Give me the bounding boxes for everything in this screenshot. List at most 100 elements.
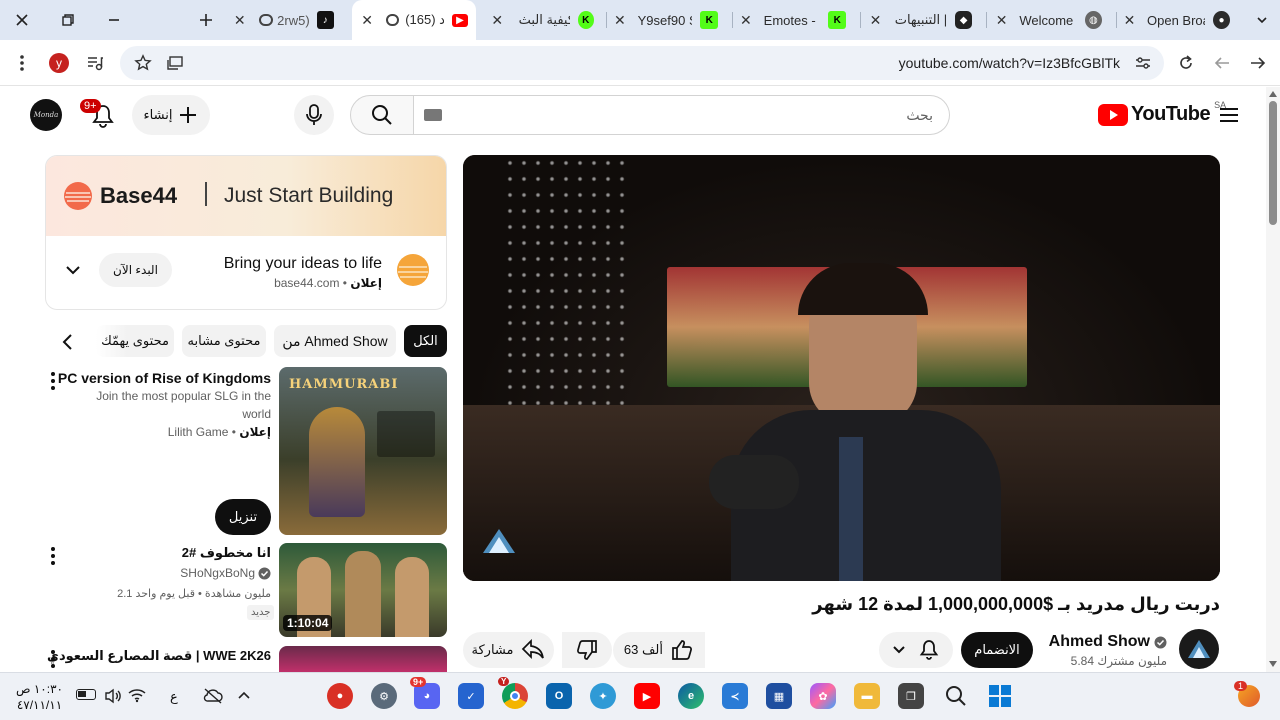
video-player[interactable] (463, 155, 1220, 581)
volume-icon[interactable] (104, 688, 122, 704)
taskbar-youtube-icon[interactable]: ▶ (634, 683, 660, 709)
profile-avatar[interactable]: y (49, 53, 69, 73)
taskbar-todo-icon[interactable]: ✓ (458, 683, 484, 709)
address-bar[interactable]: youtube.com/watch?v=Iz3BfcGBlTk (120, 46, 1164, 80)
page-scrollbar[interactable] (1266, 87, 1280, 672)
subscribed-notifications-button[interactable] (879, 632, 953, 668)
youtube-logo[interactable]: YouTube SA (1098, 100, 1226, 126)
taskbar-copilot-icon[interactable]: ✿ (810, 683, 836, 709)
close-window-button[interactable] (8, 8, 36, 32)
taskbar-explorer-icon[interactable]: ▬ (854, 683, 880, 709)
channel-avatar[interactable] (1179, 629, 1219, 669)
forward-button[interactable] (1213, 54, 1231, 72)
tab-kick-stream[interactable]: ✕ كيفية البث K (486, 0, 602, 40)
rec-channel[interactable]: SHoNgxBoNg (180, 566, 255, 580)
taskbar-outlook-icon[interactable]: O (546, 683, 572, 709)
chip-all[interactable]: الكل (404, 325, 447, 357)
site-settings-button[interactable] (1134, 54, 1152, 72)
clock[interactable]: ١٠:٣٠ ص ٤٧/١١/١١ (16, 681, 63, 713)
new-tab-button[interactable] (192, 8, 220, 32)
sponsored-label: إعلان (239, 425, 271, 439)
share-button[interactable]: مشاركة (463, 632, 554, 668)
tab-kick-emotes[interactable]: ✕ Emotes - K K (738, 0, 854, 40)
back-button[interactable] (1249, 54, 1267, 72)
join-button[interactable]: الانضمام (961, 632, 1033, 668)
ad-cta-button[interactable]: البدء الآن (99, 253, 172, 287)
media-controls-button[interactable] (86, 54, 104, 72)
channel-name-row[interactable]: Ahmed Show (1049, 633, 1167, 651)
channel-name[interactable]: Ahmed Show (1049, 633, 1150, 651)
search-button[interactable] (350, 95, 414, 135)
ad-card[interactable]: Base44 Just Start Building Bring your id… (45, 155, 447, 310)
chip-from-channel[interactable]: من Ahmed Show (274, 325, 396, 357)
notifications-button[interactable]: 9+ (80, 99, 116, 129)
rec-title[interactable]: انا مخطوف #2 (182, 545, 271, 561)
tab-close-icon[interactable]: ✕ (360, 12, 374, 29)
search-input[interactable]: بحث (414, 95, 950, 135)
tab-alerts[interactable]: ✕ التنبيهات | ◆ (868, 0, 980, 40)
tab-close-icon[interactable]: ✕ (612, 12, 628, 29)
voice-search-button[interactable] (294, 95, 334, 135)
rec-title[interactable]: PC version of Rise of Kingdoms (58, 370, 271, 386)
battery-icon[interactable] (76, 689, 96, 700)
rec-more-button[interactable] (50, 372, 56, 390)
notifications-center-icon[interactable]: 1 (1234, 681, 1260, 707)
tab-tiktok[interactable]: ✕ 2rw5) ♪ (232, 0, 342, 40)
bookmark-star-button[interactable] (134, 54, 152, 72)
install-button[interactable]: تنزيل (215, 499, 271, 535)
dislike-button[interactable] (562, 632, 612, 668)
wifi-icon[interactable] (128, 687, 146, 703)
create-button[interactable]: إنشاء (132, 95, 210, 135)
tab-close-icon[interactable]: ✕ (490, 12, 505, 29)
taskbar-maps-icon[interactable]: ✦ (590, 683, 616, 709)
tab-welcome[interactable]: ✕ Welcome ◍ (994, 0, 1110, 40)
tab-obs[interactable]: ✕ Open Broa ● (1122, 0, 1238, 40)
tab-separator (860, 12, 861, 28)
tab-youtube-active[interactable]: ✕ (165) ‏ د ▶ (352, 0, 476, 40)
reload-button[interactable] (1177, 54, 1195, 72)
tab-close-icon[interactable]: ✕ (1122, 12, 1137, 29)
rec-thumbnail-wwe[interactable] (279, 646, 447, 672)
keyboard-icon[interactable] (424, 109, 442, 121)
tab-close-icon[interactable]: ✕ (868, 12, 883, 29)
scroll-down-icon[interactable] (1269, 661, 1277, 667)
scroll-up-icon[interactable] (1269, 91, 1277, 97)
restore-window-button[interactable] (54, 8, 82, 32)
taskbar-settings-icon[interactable]: ⚙ (371, 683, 397, 709)
rec-more-button[interactable] (50, 547, 56, 565)
chips-prev-button[interactable] (60, 333, 76, 351)
browser-menu-button[interactable] (14, 54, 30, 72)
taskbar-discord-icon[interactable]: ◕ 9+ (410, 677, 440, 709)
taskbar-store-icon[interactable]: ▦ (766, 683, 792, 709)
guide-menu-button[interactable] (1220, 107, 1238, 123)
taskbar-chrome-icon[interactable]: Y (498, 677, 528, 709)
taskbar-vscode-icon[interactable]: ≺ (722, 683, 748, 709)
account-avatar[interactable]: Monda (30, 99, 62, 131)
rec-thumbnail-kidnapped[interactable]: 1:10:04 (279, 543, 447, 637)
rec-title[interactable]: قصة المصارع السعودي | WWE 2K26 (47, 648, 271, 664)
tab-close-icon[interactable]: ✕ (994, 12, 1009, 29)
tab-search-button[interactable] (1248, 8, 1276, 32)
ad-expand-button[interactable] (65, 264, 81, 276)
tab-close-icon[interactable]: ✕ (232, 12, 247, 29)
minimize-window-button[interactable] (100, 8, 128, 32)
chip-related[interactable]: محتوى مشابه (182, 325, 266, 357)
tab-kick-channel[interactable]: ✕ Y9sef90 St K (612, 0, 726, 40)
taskbar-search-icon[interactable] (945, 685, 967, 707)
taskbar-taskview-icon[interactable]: ❐ (898, 683, 924, 709)
channel-watermark-icon[interactable] (481, 527, 517, 555)
ad-banner[interactable]: Base44 Just Start Building (46, 156, 446, 236)
taskbar-edge-icon[interactable]: e (678, 683, 704, 709)
tab-close-icon[interactable]: ✕ (738, 12, 754, 29)
input-language[interactable]: ع (170, 689, 178, 705)
like-button[interactable]: 63 ألف (613, 632, 705, 668)
cloud-off-icon[interactable] (203, 687, 223, 705)
chip-recommended[interactable]: محتوى يهمّك (96, 325, 174, 357)
channel-logo-icon (1188, 640, 1210, 658)
windows-start-icon[interactable] (988, 684, 1012, 708)
chevron-up-icon[interactable] (237, 690, 251, 700)
rec-thumbnail-rok[interactable]: HAMMURABI (279, 367, 447, 535)
taskbar-app-obs[interactable]: ● (327, 683, 353, 709)
cast-button[interactable] (166, 54, 184, 72)
scrollbar-thumb[interactable] (1269, 101, 1277, 225)
